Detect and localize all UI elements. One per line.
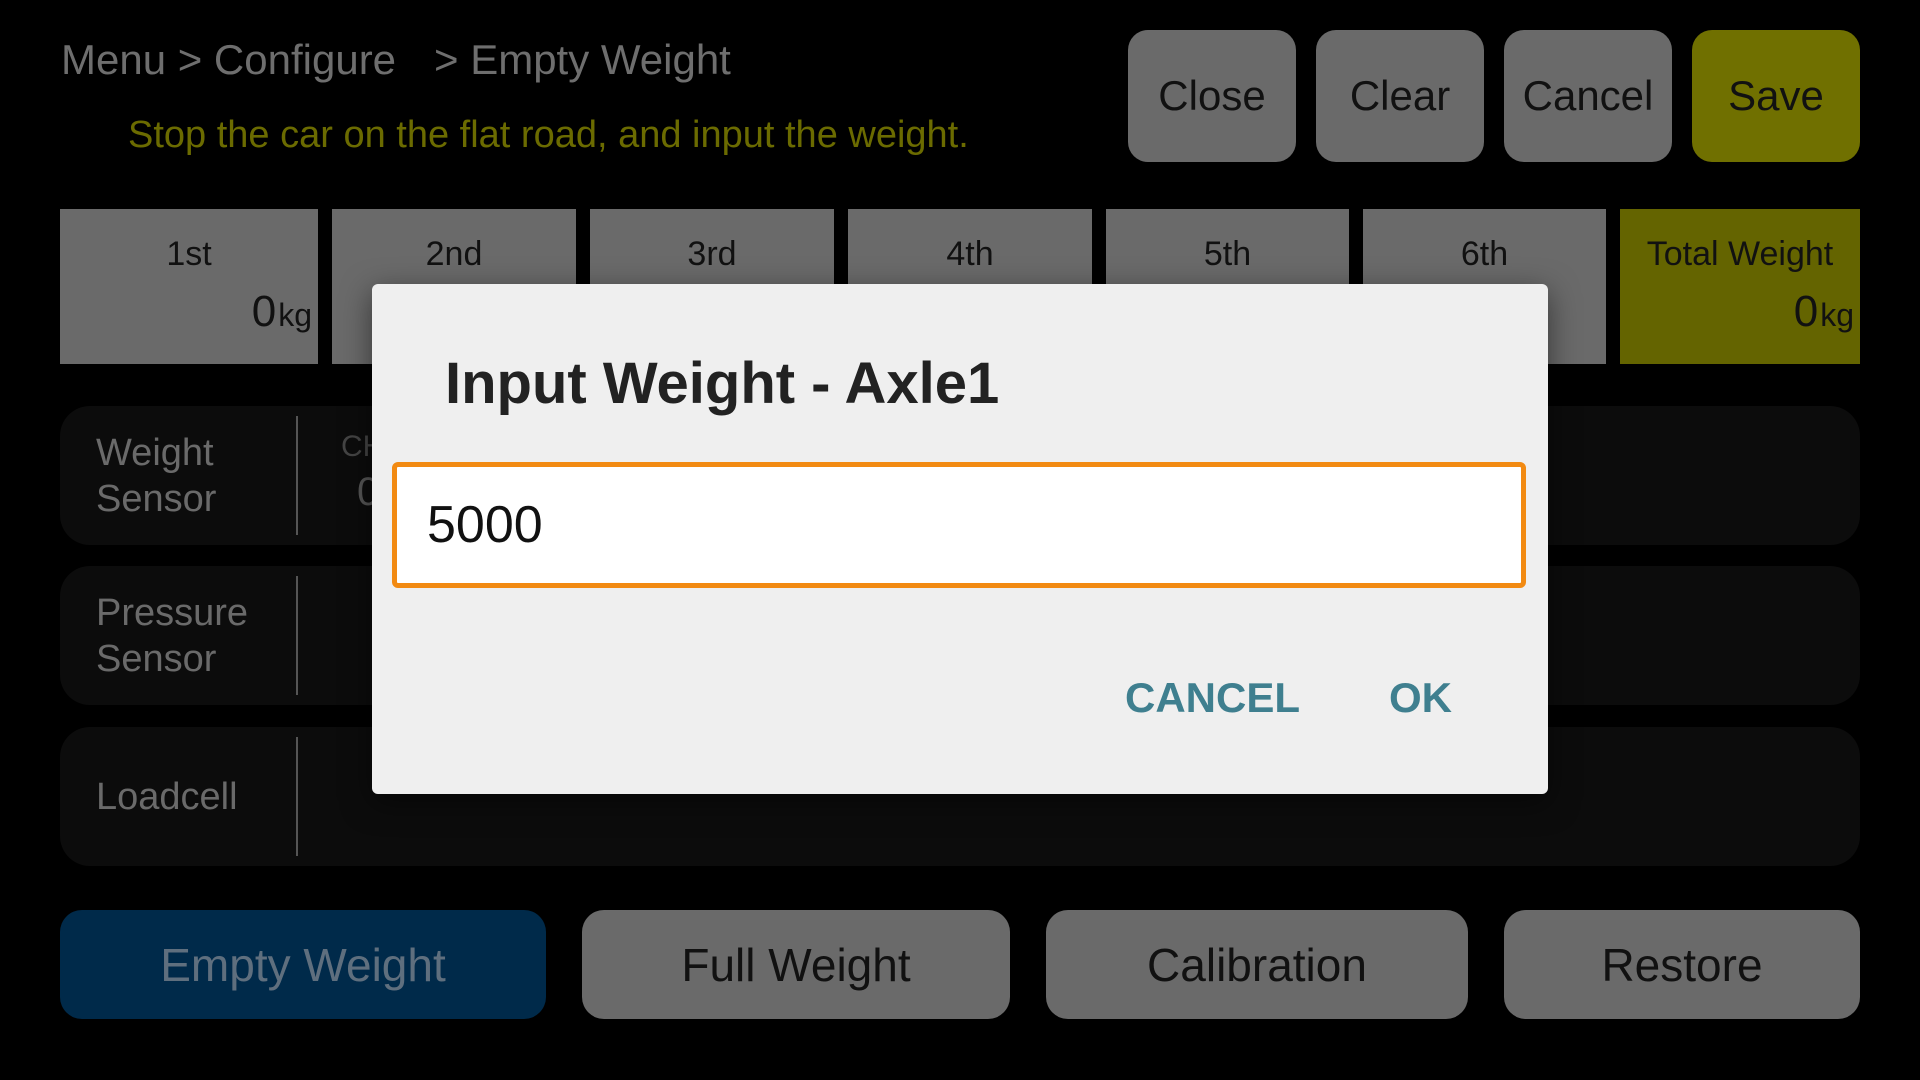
total-label: Total Weight xyxy=(1646,235,1834,273)
clear-button[interactable]: Clear xyxy=(1316,30,1484,162)
axle-label: 4th xyxy=(946,235,994,273)
breadcrumb-configure[interactable]: Menu > Configure xyxy=(61,36,396,84)
dialog-ok-button[interactable]: OK xyxy=(1389,674,1452,722)
total-value: 0kg xyxy=(1794,287,1854,337)
weight-input-wrapper xyxy=(392,462,1526,588)
axle-label: 6th xyxy=(1460,235,1509,273)
weight-input[interactable] xyxy=(397,467,1521,583)
sensor-name: Pressure Sensor xyxy=(96,591,249,680)
input-weight-dialog: Input Weight - Axle1 CANCEL OK xyxy=(372,284,1548,794)
axle-label: 3rd xyxy=(687,235,737,273)
axle-value-unit: kg xyxy=(278,297,312,333)
axle-value-number: 0 xyxy=(251,287,277,336)
total-weight-tile: Total Weight 0kg xyxy=(1620,209,1860,364)
empty-weight-button[interactable]: Empty Weight xyxy=(60,910,546,1019)
axle-label: 2nd xyxy=(425,235,483,273)
save-button[interactable]: Save xyxy=(1692,30,1860,162)
restore-button[interactable]: Restore xyxy=(1504,910,1860,1019)
full-weight-button[interactable]: Full Weight xyxy=(582,910,1010,1019)
axle-value: 0kg xyxy=(252,287,312,337)
axle-tile-1[interactable]: 1st 0kg xyxy=(60,209,318,364)
divider xyxy=(296,576,298,695)
breadcrumb-current: > Empty Weight xyxy=(434,36,731,83)
dialog-cancel-button[interactable]: CANCEL xyxy=(1125,674,1300,722)
dialog-title: Input Weight - Axle1 xyxy=(445,351,1000,416)
cancel-button[interactable]: Cancel xyxy=(1504,30,1672,162)
instruction-text: Stop the car on the flat road, and input… xyxy=(128,114,969,156)
sensor-name: Loadcell xyxy=(96,775,238,818)
close-button[interactable]: Close xyxy=(1128,30,1296,162)
calibration-button[interactable]: Calibration xyxy=(1046,910,1468,1019)
sensor-name: Weight Sensor xyxy=(96,431,217,520)
divider xyxy=(296,416,298,535)
axle-label: 1st xyxy=(166,235,212,273)
total-value-number: 0 xyxy=(1793,287,1819,336)
total-value-unit: kg xyxy=(1820,297,1854,333)
axle-label: 5th xyxy=(1203,235,1252,273)
divider xyxy=(296,737,298,856)
